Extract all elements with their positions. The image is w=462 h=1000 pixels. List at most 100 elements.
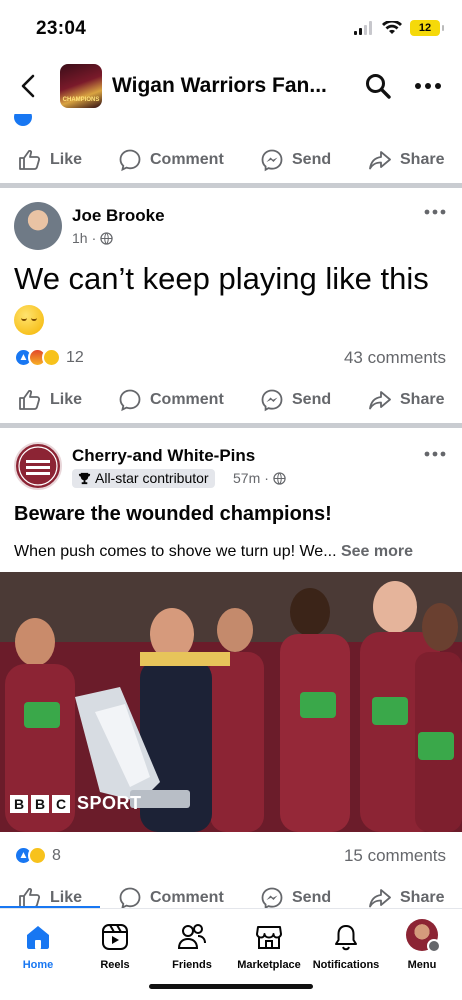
- home-indicator: [149, 984, 313, 989]
- tab-notifications-label: Notifications: [312, 959, 380, 971]
- bbc-sport-word: SPORT: [77, 793, 142, 813]
- share-button[interactable]: Share: [368, 886, 444, 910]
- comment-button[interactable]: Comment: [118, 388, 224, 412]
- wifi-icon: [382, 21, 402, 34]
- like-button[interactable]: Like: [18, 148, 82, 172]
- group-title[interactable]: Wigan Warriors Fan...: [112, 74, 327, 98]
- club-crest-icon: [18, 446, 58, 486]
- reels-icon: [102, 924, 128, 950]
- tab-marketplace[interactable]: Marketplace: [229, 919, 309, 971]
- messenger-icon: [261, 389, 283, 412]
- send-button[interactable]: Send: [260, 388, 331, 412]
- post2-headline: Beware the wounded champions!: [14, 503, 332, 525]
- send-button[interactable]: Send: [260, 148, 331, 172]
- bbc-logo-box: B: [31, 794, 49, 813]
- comment-icon: [119, 149, 141, 172]
- like-reaction-icon: [14, 114, 32, 126]
- post2-photo[interactable]: B B C SPORT: [0, 572, 462, 832]
- post2-reactions[interactable]: ▲ 8: [14, 846, 61, 865]
- post1-more-button[interactable]: [424, 204, 446, 222]
- post1-text: We can’t keep playing like this: [14, 258, 434, 342]
- like-label: Like: [50, 889, 83, 906]
- back-button[interactable]: [14, 72, 42, 100]
- comment-button[interactable]: Comment: [118, 886, 224, 910]
- badge-label: All-star contributor: [95, 470, 209, 486]
- tab-reels[interactable]: Reels: [75, 919, 155, 971]
- search-button[interactable]: [364, 72, 392, 105]
- pensive-face-icon: [14, 305, 44, 335]
- tab-menu[interactable]: Menu: [382, 919, 462, 971]
- marketplace-icon: [256, 926, 282, 949]
- previous-post-reactions[interactable]: 1: [14, 114, 32, 128]
- share-button[interactable]: Share: [368, 148, 444, 172]
- share-button[interactable]: Share: [368, 388, 444, 412]
- more-horizontal-icon: [424, 451, 446, 457]
- post2-more-button[interactable]: [424, 446, 446, 464]
- post2-body: When push comes to shove we turn up! We.…: [14, 543, 413, 561]
- post2-body-text: When push comes to shove we turn up! We.…: [14, 543, 337, 560]
- home-icon: [27, 926, 49, 949]
- tab-friends-label: Friends: [172, 959, 212, 971]
- send-label: Send: [292, 889, 332, 906]
- tab-home[interactable]: Home: [0, 919, 78, 971]
- bbc-logo-box: B: [10, 794, 28, 813]
- post2-reaction-count: 8: [52, 846, 61, 864]
- author-avatar-cherry-white[interactable]: [14, 442, 62, 490]
- messenger-icon: [261, 887, 283, 910]
- post2-comments-count[interactable]: 15 comments: [344, 846, 446, 866]
- bbc-logo-box: C: [52, 794, 70, 813]
- globe-icon: [273, 471, 286, 485]
- globe-icon: [100, 231, 113, 245]
- comment-icon: [119, 887, 141, 910]
- author-avatar-joe[interactable]: [14, 202, 62, 250]
- post1-reactions[interactable]: ▲ 12: [14, 348, 84, 367]
- post1-author[interactable]: Joe Brooke: [72, 206, 165, 226]
- thumbs-up-icon: [19, 389, 41, 410]
- like-button[interactable]: Like: [18, 388, 82, 412]
- menu-badge-icon: [427, 939, 441, 953]
- previous-post-actions: Like Comment Send Share: [0, 140, 462, 180]
- tab-notifications[interactable]: Notifications: [306, 919, 386, 971]
- post1-time: 1h: [72, 230, 88, 246]
- more-horizontal-icon: [424, 209, 446, 215]
- feed-divider: [0, 183, 462, 188]
- profile-avatar: [406, 919, 441, 953]
- status-time: 23:04: [36, 18, 87, 39]
- post1-meta: 1h ·: [72, 230, 113, 246]
- all-star-badge[interactable]: All-star contributor: [72, 469, 215, 488]
- like-label: Like: [50, 151, 83, 168]
- share-icon: [369, 889, 391, 908]
- tab-menu-label: Menu: [407, 959, 437, 971]
- comment-button[interactable]: Comment: [118, 148, 224, 172]
- tab-friends[interactable]: Friends: [152, 919, 232, 971]
- post2-meta: 57m ·: [233, 470, 286, 486]
- post1-comments-count[interactable]: 43 comments: [344, 348, 446, 368]
- share-label: Share: [400, 391, 445, 408]
- feed-divider: [0, 423, 462, 428]
- like-label: Like: [50, 391, 83, 408]
- sad-reaction-icon: [42, 348, 61, 367]
- share-label: Share: [400, 151, 445, 168]
- group-thumb-text: CHAMPIONS: [62, 97, 100, 103]
- comment-icon: [119, 389, 141, 412]
- send-label: Send: [292, 151, 332, 168]
- search-icon: [366, 74, 391, 99]
- group-thumbnail[interactable]: CHAMPIONS: [60, 64, 102, 108]
- comment-label: Comment: [150, 889, 224, 906]
- thumbs-up-icon: [19, 149, 41, 170]
- post2-time: 57m: [233, 470, 261, 486]
- comment-label: Comment: [150, 391, 224, 408]
- messenger-icon: [261, 149, 283, 172]
- tab-reels-label: Reels: [100, 959, 130, 971]
- status-bar: 23:04 12: [0, 0, 462, 58]
- send-label: Send: [292, 391, 332, 408]
- group-header: CHAMPIONS Wigan Warriors Fan...: [0, 58, 462, 114]
- see-more-link[interactable]: See more: [341, 543, 413, 560]
- share-icon: [369, 391, 391, 410]
- send-button[interactable]: Send: [260, 886, 331, 910]
- friends-icon: [177, 924, 206, 949]
- post2-author[interactable]: Cherry-and White-Pins: [72, 446, 255, 466]
- trophy-icon: [78, 472, 91, 484]
- tab-home-label: Home: [22, 959, 54, 971]
- more-options-button[interactable]: [414, 72, 442, 105]
